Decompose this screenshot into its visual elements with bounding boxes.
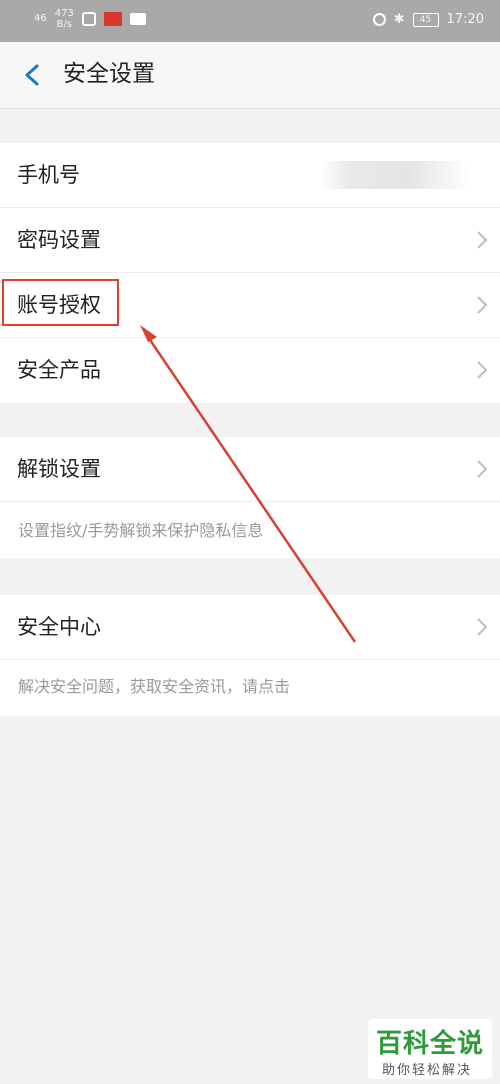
unlock-settings-group: 解锁设置 设置指纹/手势解锁来保护隐私信息 xyxy=(0,437,500,558)
bluetooth-icon: ✱ xyxy=(393,12,405,27)
row-security-products[interactable]: 安全产品 xyxy=(0,338,500,403)
status-time: 17:20 xyxy=(446,12,484,27)
unlock-settings-description: 设置指纹/手势解锁来保护隐私信息 xyxy=(18,521,264,540)
watermark-subtitle: 助你轻松解决 xyxy=(382,1063,473,1078)
row-unlock-settings[interactable]: 解锁设置 xyxy=(0,437,500,502)
net-speed-value: 473 xyxy=(54,8,74,19)
net-speed: 473 B/s xyxy=(55,8,74,30)
status-bar: 46 473 B/s ✱ 45 17:20 xyxy=(0,0,500,42)
phone-number-value-blurred xyxy=(320,161,470,189)
status-right: ✱ 45 17:20 xyxy=(372,12,484,27)
briefcase-icon xyxy=(129,13,146,25)
divider xyxy=(0,501,500,502)
shield-icon xyxy=(81,12,96,26)
chevron-right-icon xyxy=(477,231,488,249)
row-label: 解锁设置 xyxy=(17,457,101,481)
row-label: 密码设置 xyxy=(17,228,101,252)
account-settings-group: 手机号 密码设置 账号授权 安全产品 xyxy=(0,143,500,403)
chevron-right-icon xyxy=(477,460,488,478)
row-phone-number[interactable]: 手机号 xyxy=(0,143,500,208)
watermark-title: 百科全说 xyxy=(376,1029,485,1059)
row-label: 安全中心 xyxy=(17,615,101,639)
row-security-center[interactable]: 安全中心 xyxy=(0,595,500,660)
signal-indicator: 46 xyxy=(34,13,47,24)
chevron-right-icon xyxy=(477,296,488,314)
chevron-right-icon xyxy=(477,618,488,636)
row-label: 手机号 xyxy=(17,163,80,187)
status-left: 46 473 B/s xyxy=(34,8,146,30)
watermark-logo: 百科全说 助你轻松解决 xyxy=(368,1019,492,1079)
app-header: 安全设置 xyxy=(0,42,500,109)
row-password-settings[interactable]: 密码设置 xyxy=(0,208,500,273)
chevron-right-icon xyxy=(477,361,488,379)
app-notification-icon xyxy=(103,12,122,26)
divider xyxy=(0,659,500,660)
net-speed-unit: B/s xyxy=(56,19,72,30)
back-icon[interactable] xyxy=(20,61,48,89)
security-center-description: 解决安全问题，获取安全资讯，请点击 xyxy=(18,677,291,696)
battery-icon: 45 xyxy=(412,12,439,27)
annotation-highlight-box xyxy=(2,279,119,326)
page-title: 安全设置 xyxy=(63,61,155,87)
security-center-group: 安全中心 解决安全问题，获取安全资讯，请点击 xyxy=(0,595,500,716)
row-label: 安全产品 xyxy=(17,358,101,382)
alarm-icon xyxy=(372,13,386,26)
